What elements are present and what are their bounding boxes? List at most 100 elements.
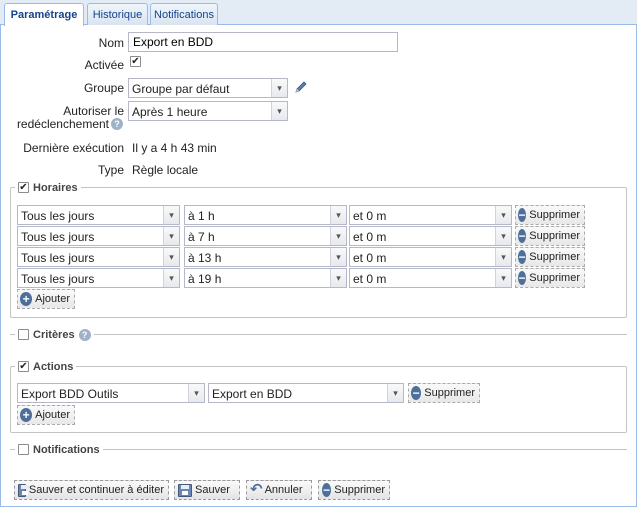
horaire-add-button[interactable]: + Ajouter (17, 289, 75, 309)
notifications-legend-label: Notifications (33, 443, 100, 456)
horaire-heure-combo[interactable]: à 19 h ▾ (184, 268, 347, 288)
chevron-down-icon[interactable]: ▾ (330, 269, 346, 287)
save-continue-label: Sauver et continuer à éditer (28, 484, 164, 496)
tab-parametrage[interactable]: Paramétrage (4, 3, 84, 26)
horaire-heure-value: à 7 h (188, 230, 215, 244)
criteres-legend: Critères ? (15, 328, 94, 341)
floppy-icon (18, 483, 29, 497)
horaire-delete-button[interactable]: − Supprimer (515, 205, 585, 225)
action-cible-combo[interactable]: Export en BDD ▾ (208, 383, 404, 403)
horaire-heure-combo[interactable]: à 1 h ▾ (184, 205, 347, 225)
minus-icon: − (518, 208, 527, 222)
delete-label: Supprimer (529, 272, 580, 284)
tab-label: Notifications (154, 8, 214, 21)
tab-historique[interactable]: Historique (87, 3, 148, 25)
horaire-delete-button[interactable]: − Supprimer (515, 247, 585, 267)
pencil-icon[interactable] (293, 79, 309, 95)
delete-label: Supprimer (529, 251, 580, 263)
type-label: Type (97, 163, 124, 177)
chevron-down-icon[interactable]: ▾ (495, 248, 511, 266)
criteres-legend-label: Critères (33, 328, 75, 341)
horaire-minute-value: et 0 m (353, 272, 387, 286)
floppy-icon (178, 483, 192, 497)
horaire-jour-combo[interactable]: Tous les jours ▾ (17, 247, 180, 267)
horaire-minute-value: et 0 m (353, 209, 387, 223)
autoriser-value: Après 1 heure (132, 105, 208, 119)
plus-icon: + (20, 408, 33, 422)
horaire-jour-value: Tous les jours (21, 230, 95, 244)
horaires-checkbox[interactable]: ✔ (18, 182, 29, 193)
delete-button[interactable]: − Supprimer (318, 480, 390, 500)
save-continue-button[interactable]: Sauver et continuer à éditer (14, 480, 169, 500)
cancel-label: Annuler (264, 484, 303, 496)
criteres-separator (10, 334, 627, 335)
chevron-down-icon[interactable]: ▾ (163, 248, 179, 266)
horaire-heure-combo[interactable]: à 7 h ▾ (184, 226, 347, 246)
action-add-button[interactable]: + Ajouter (17, 405, 75, 425)
horaire-jour-combo[interactable]: Tous les jours ▾ (17, 268, 180, 288)
delete-label: Supprimer (334, 484, 385, 496)
help-icon[interactable]: ? (78, 328, 91, 341)
horaire-heure-value: à 1 h (188, 209, 215, 223)
action-cible-value: Export en BDD (212, 387, 293, 401)
actions-legend: ✔ Actions (15, 360, 77, 373)
actions-checkbox[interactable]: ✔ (18, 361, 29, 372)
tab-label: Paramétrage (10, 9, 78, 21)
chevron-down-icon[interactable]: ▾ (495, 227, 511, 245)
horaire-minute-combo[interactable]: et 0 m ▾ (349, 268, 512, 288)
chevron-down-icon[interactable]: ▾ (163, 269, 179, 287)
action-type-combo[interactable]: Export BDD Outils ▾ (17, 383, 205, 403)
groupe-label: Groupe (83, 81, 124, 95)
horaire-heure-value: à 13 h (188, 251, 222, 265)
delete-label: Supprimer (529, 209, 580, 221)
chevron-down-icon[interactable]: ▾ (330, 248, 346, 266)
horaire-minute-value: et 0 m (353, 251, 387, 265)
horaire-minute-value: et 0 m (353, 230, 387, 244)
minus-icon: − (411, 386, 422, 400)
horaire-delete-button[interactable]: − Supprimer (515, 226, 585, 246)
activee-checkbox[interactable]: ✔ (130, 56, 141, 67)
chevron-down-icon[interactable]: ▾ (495, 206, 511, 224)
save-label: Sauver (195, 484, 230, 496)
chevron-down-icon[interactable]: ▾ (163, 206, 179, 224)
autoriser-label-line1: Autoriser le (63, 104, 124, 118)
chevron-down-icon[interactable]: ▾ (330, 227, 346, 245)
tab-notifications[interactable]: Notifications (150, 3, 218, 25)
tab-bar: Paramétrage Historique Notifications (0, 0, 637, 26)
chevron-down-icon[interactable]: ▾ (330, 206, 346, 224)
horaires-legend: ✔ Horaires (15, 181, 81, 194)
nom-input[interactable] (128, 32, 398, 52)
chevron-down-icon[interactable]: ▾ (163, 227, 179, 245)
chevron-down-icon[interactable]: ▾ (188, 384, 204, 402)
minus-icon: − (518, 271, 527, 285)
chevron-down-icon[interactable]: ▾ (495, 269, 511, 287)
activee-label: Activée (84, 58, 124, 72)
add-label: Ajouter (35, 409, 70, 421)
horaires-legend-label: Horaires (33, 181, 78, 194)
plus-icon: + (20, 292, 33, 306)
groupe-combo[interactable]: Groupe par défaut ▾ (128, 78, 288, 98)
chevron-down-icon[interactable]: ▾ (271, 102, 287, 120)
criteres-checkbox[interactable] (18, 329, 29, 340)
check-icon: ✔ (131, 56, 140, 67)
action-type-value: Export BDD Outils (21, 387, 119, 401)
save-button[interactable]: Sauver (174, 480, 240, 500)
horaire-heure-combo[interactable]: à 13 h ▾ (184, 247, 347, 267)
help-icon[interactable]: ? (111, 118, 123, 130)
check-icon: ✔ (19, 182, 28, 193)
action-delete-button[interactable]: − Supprimer (408, 383, 480, 403)
derniere-label: Dernière exécution (23, 141, 124, 155)
horaire-minute-combo[interactable]: et 0 m ▾ (349, 205, 512, 225)
horaire-minute-combo[interactable]: et 0 m ▾ (349, 226, 512, 246)
cancel-button[interactable]: ↶ Annuler (246, 480, 312, 500)
horaire-delete-button[interactable]: − Supprimer (515, 268, 585, 288)
notifications-checkbox[interactable] (18, 444, 29, 455)
type-value: Règle locale (132, 163, 199, 177)
chevron-down-icon[interactable]: ▾ (387, 384, 403, 402)
chevron-down-icon[interactable]: ▾ (271, 79, 287, 97)
horaire-minute-combo[interactable]: et 0 m ▾ (349, 247, 512, 267)
horaire-jour-combo[interactable]: Tous les jours ▾ (17, 226, 180, 246)
autoriser-combo[interactable]: Après 1 heure ▾ (128, 101, 288, 121)
horaire-jour-value: Tous les jours (21, 272, 95, 286)
horaire-jour-combo[interactable]: Tous les jours ▾ (17, 205, 180, 225)
